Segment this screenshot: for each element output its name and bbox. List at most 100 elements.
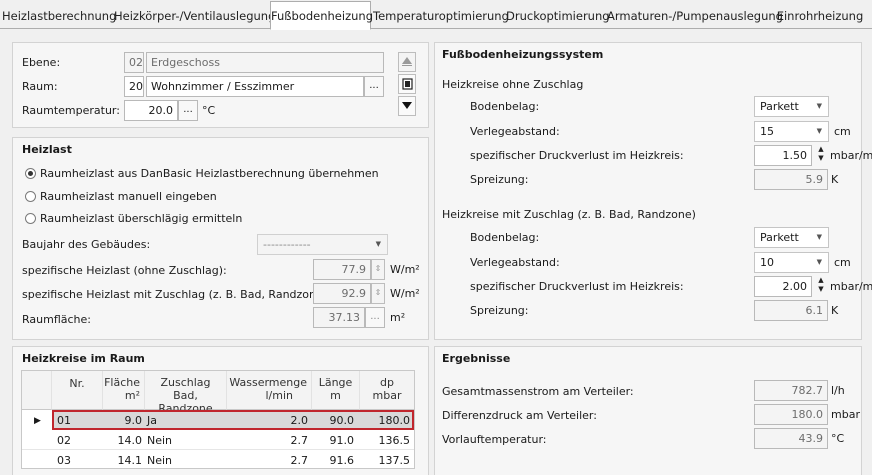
mit-verlegeabstand-value: 10: [760, 256, 774, 269]
gesamtmassenstrom-label: Gesamtmassenstrom am Verteiler:: [442, 385, 634, 398]
cell-flaeche[interactable]: 14.0: [103, 431, 143, 450]
radio-heizlast-manuell-label[interactable]: Raumheizlast manuell eingeben: [40, 190, 217, 203]
cell-nr[interactable]: 03: [57, 451, 71, 470]
cell-laenge[interactable]: 90.0: [312, 411, 355, 430]
heizkreise-mit-zuschlag-title: Heizkreise mit Zuschlag (z. B. Bad, Rand…: [442, 208, 696, 221]
spez-heizlast-ohne-field: 77.9: [313, 259, 371, 280]
column-header-dp-label: dp: [360, 376, 414, 389]
column-header-dp-unit: mbar: [372, 389, 402, 402]
column-header-wassermenge-unit: l/min: [265, 389, 293, 402]
ohne-druckverlust-field[interactable]: 1.50: [754, 145, 812, 166]
raumtemperatur-unit: °C: [202, 104, 216, 117]
differenzdruck-field: 180.0: [754, 404, 828, 425]
tab-einrohrheizung[interactable]: Einrohrheizung: [776, 4, 864, 29]
cell-wassermenge[interactable]: 2.0: [227, 411, 309, 430]
cell-dp[interactable]: 137.5: [360, 451, 411, 470]
cell-dp[interactable]: 180.0: [360, 411, 411, 430]
raumflaeche-field: 37.13: [313, 307, 365, 328]
column-header-laenge: Länge m: [312, 371, 360, 410]
radio-heizlast-ueberschlaegig-label[interactable]: Raumheizlast überschlägig ermitteln: [40, 212, 242, 225]
chevron-down-icon: ▼: [816, 127, 822, 135]
chevron-down-icon: ▼: [816, 102, 822, 110]
ohne-verlegeabstand-dropdown[interactable]: 15 ▼: [754, 121, 829, 142]
spez-heizlast-mit-spinner[interactable]: ⇕: [371, 283, 385, 304]
spin-up-icon[interactable]: ▲: [814, 276, 828, 285]
cell-nr[interactable]: 01: [57, 411, 71, 430]
ebene-name-field: Erdgeschoss: [146, 52, 384, 73]
cell-zuschlag[interactable]: Ja: [147, 411, 157, 430]
baujahr-dropdown[interactable]: ------------ ▼: [257, 234, 388, 255]
mit-spreizung-unit: K: [831, 304, 839, 317]
spez-heizlast-mit-label: spezifische Heizlast mit Zuschlag (z. B.…: [22, 288, 331, 301]
table-row[interactable]: [22, 430, 414, 450]
ohne-verlegeabstand-value: 15: [760, 125, 774, 138]
cell-nr[interactable]: 02: [57, 431, 71, 450]
spin-down-icon[interactable]: ▼: [814, 285, 828, 294]
cell-zuschlag[interactable]: Nein: [147, 451, 172, 470]
cell-flaeche[interactable]: 9.0: [103, 411, 143, 430]
raumtemperatur-button[interactable]: ...: [178, 100, 198, 121]
mit-spreizung-field: 6.1: [754, 300, 828, 321]
previous-room-button[interactable]: [398, 52, 416, 72]
mit-druckverlust-unit: mbar/m: [830, 280, 872, 293]
mit-bodenbelag-dropdown[interactable]: Parkett ▼: [754, 227, 829, 248]
spez-heizlast-ohne-label: spezifische Heizlast (ohne Zuschlag):: [22, 264, 227, 277]
cell-laenge[interactable]: 91.6: [312, 451, 355, 470]
vorlauftemperatur-field: 43.9: [754, 428, 828, 449]
gesamtmassenstrom-field: 782.7: [754, 380, 828, 401]
tab-heizlastberechnung[interactable]: Heizlastberechnung: [2, 4, 116, 29]
spez-heizlast-mit-field: 92.9: [313, 283, 371, 304]
column-header-nr: Nr.: [52, 371, 103, 410]
heizkreise-table: Nr. Fläche m² Zuschlag Bad, Randzone Wasse…: [21, 370, 415, 469]
cell-zuschlag[interactable]: Nein: [147, 431, 172, 450]
ohne-spreizung-label: Spreizung:: [470, 173, 529, 186]
document-icon: [401, 78, 413, 90]
radio-heizlast-uebernehmen[interactable]: [25, 168, 36, 179]
table-row[interactable]: [22, 450, 414, 470]
tab-heizkoerper-ventilauslegung[interactable]: Heizkörper-/Ventilauslegung: [114, 4, 275, 29]
tab-temperaturoptimierung[interactable]: Temperaturoptimierung: [373, 4, 509, 29]
radio-heizlast-uebernehmen-label[interactable]: Raumheizlast aus DanBasic Heizlastberech…: [40, 167, 379, 180]
tab-armaturen-pumpenauslegung[interactable]: Armaturen-/Pumpenauslegung: [607, 4, 783, 29]
next-room-button[interactable]: [398, 96, 416, 116]
spin-up-icon[interactable]: ▲: [814, 145, 828, 154]
mit-druckverlust-field[interactable]: 2.00: [754, 276, 812, 297]
baujahr-value: ------------: [263, 238, 311, 251]
mit-druckverlust-spinner[interactable]: ▲ ▼: [814, 276, 828, 297]
ohne-bodenbelag-label: Bodenbelag:: [470, 100, 540, 113]
heizkreise-ohne-zuschlag-title: Heizkreise ohne Zuschlag: [442, 78, 584, 91]
ergebnisse-title: Ergebnisse: [442, 352, 511, 365]
radio-heizlast-ueberschlaegig[interactable]: [25, 213, 36, 224]
cell-laenge[interactable]: 91.0: [312, 431, 355, 450]
arrow-up-icon: [402, 57, 412, 66]
cell-wassermenge[interactable]: 2.7: [227, 451, 309, 470]
ohne-druckverlust-spinner[interactable]: ▲ ▼: [814, 145, 828, 166]
gesamtmassenstrom-unit: l/h: [831, 384, 845, 397]
tab-fussbodenheizung[interactable]: Fußbodenheizung: [270, 1, 373, 30]
tab-druckoptimierung[interactable]: Druckoptimierung: [506, 4, 610, 29]
raum-number-field[interactable]: 201: [124, 76, 144, 97]
raumtemperatur-field[interactable]: 20.0: [124, 100, 178, 121]
ohne-bodenbelag-dropdown[interactable]: Parkett ▼: [754, 96, 829, 117]
heizlast-title: Heizlast: [22, 143, 72, 156]
raumflaeche-button[interactable]: ...: [365, 307, 385, 328]
cell-wassermenge[interactable]: 2.7: [227, 431, 309, 450]
chevron-down-icon: ▼: [816, 233, 822, 241]
spez-heizlast-ohne-spinner[interactable]: ⇕: [371, 259, 385, 280]
cell-flaeche[interactable]: 14.1: [103, 451, 143, 470]
raum-select-button[interactable]: ...: [364, 76, 384, 97]
mit-verlegeabstand-dropdown[interactable]: 10 ▼: [754, 252, 829, 273]
spin-down-icon[interactable]: ▼: [814, 154, 828, 163]
radio-heizlast-manuell[interactable]: [25, 191, 36, 202]
raumtemperatur-label: Raumtemperatur:: [22, 104, 120, 117]
column-header-wassermenge-label: Wassermenge: [229, 376, 307, 389]
raum-name-field[interactable]: Wohnzimmer / Esszimmer: [146, 76, 364, 97]
cell-dp[interactable]: 136.5: [360, 431, 411, 450]
column-header-zuschlag: Zuschlag Bad, Randzone: [145, 371, 227, 415]
room-overview-button[interactable]: [398, 74, 416, 94]
ohne-spreizung-field: 5.9: [754, 169, 828, 190]
mit-verlegeabstand-unit: cm: [834, 256, 851, 269]
arrow-down-icon: [402, 102, 412, 109]
ohne-spreizung-unit: K: [831, 173, 839, 186]
row-header-column: [22, 371, 52, 410]
